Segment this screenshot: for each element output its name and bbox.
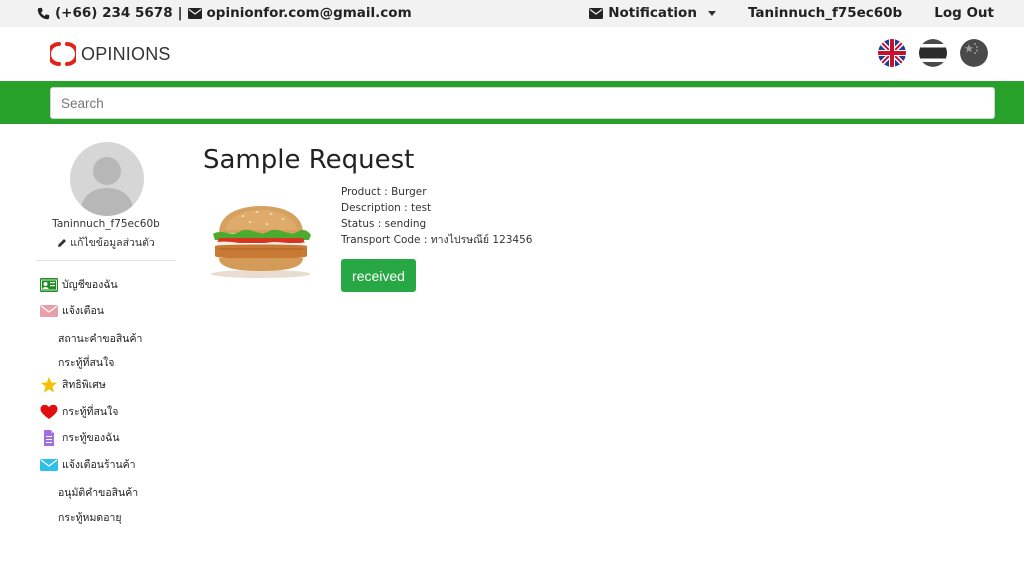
notification-dropdown[interactable]: Notification	[589, 5, 716, 21]
sidebar-username: Taninnuch_f75ec60b	[52, 218, 160, 230]
user-silhouette-icon	[80, 157, 134, 216]
contact-separator: |	[177, 5, 183, 21]
chevron-down-icon	[707, 10, 716, 16]
edit-profile-link[interactable]: แก้ไขข้อมูลส่วนตัว	[36, 234, 176, 251]
envelope-icon	[589, 7, 604, 19]
sidebar-item-shop-notifications[interactable]: แจ้งเตือนร้านค้า	[40, 456, 136, 473]
document-icon	[44, 429, 54, 446]
uk-flag-icon[interactable]	[878, 39, 906, 67]
logo-icon	[50, 42, 76, 66]
sidebar-item-notifications[interactable]: แจ้งเตือน	[40, 302, 104, 319]
heart-icon	[40, 404, 58, 419]
sidebar-item-label: บัญชีของฉัน	[62, 279, 118, 291]
sidebar-item-label: แจ้งเตือน	[62, 305, 104, 317]
star-icon	[41, 376, 57, 392]
sidebar-item-label: แจ้งเตือนร้านค้า	[62, 459, 136, 471]
thai-flag-icon[interactable]	[919, 39, 947, 67]
sidebar-item-label: กระทู้ที่สนใจ	[62, 406, 119, 418]
china-flag-icon[interactable]	[960, 39, 988, 67]
search-bar	[0, 81, 1024, 124]
contact-email[interactable]: opinionfor.com@gmail.com	[207, 5, 412, 21]
header: OPINIONS	[0, 27, 1024, 81]
phone-icon	[37, 7, 50, 19]
sidebar-item-expired-posts[interactable]: กระทู้หมดอายุ	[58, 509, 122, 526]
mail-icon	[40, 458, 58, 471]
avatar[interactable]	[70, 142, 144, 216]
logo-text: OPINIONS	[81, 43, 171, 64]
search-input[interactable]	[50, 87, 995, 119]
sidebar-item-approve-requests[interactable]: อนุมัติคำขอสินค้า	[58, 484, 138, 501]
burger-image	[211, 206, 311, 278]
logout-button[interactable]: Log Out	[934, 5, 994, 21]
request-details: Product : Burger Description : test Stat…	[341, 184, 532, 248]
logo[interactable]: OPINIONS	[50, 41, 171, 67]
id-card-icon	[40, 277, 58, 292]
sidebar-item-privileges[interactable]: สิทธิพิเศษ	[40, 376, 106, 393]
sidebar-item-my-posts[interactable]: กระทู้ของฉัน	[40, 429, 120, 446]
received-button[interactable]: received	[341, 259, 416, 292]
envelope-icon	[187, 7, 202, 19]
top-bar: (+66) 234 5678 | opinionfor.com@gmail.co…	[0, 0, 1024, 27]
page-title: Sample Request	[203, 145, 415, 175]
mail-icon	[40, 304, 58, 317]
status-detail: Status : sending	[341, 218, 427, 230]
pencil-icon	[58, 238, 67, 247]
product-detail: Product : Burger	[341, 186, 427, 198]
user-link[interactable]: Taninnuch_f75ec60b	[748, 5, 902, 21]
contact-info: (+66) 234 5678 | opinionfor.com@gmail.co…	[37, 5, 412, 21]
sidebar-item-interested-posts[interactable]: กระทู้ที่สนใจ	[58, 354, 114, 371]
sidebar-item-my-account[interactable]: บัญชีของฉัน	[40, 276, 118, 293]
notification-label: Notification	[608, 5, 697, 21]
transport-detail: Transport Code : ทางไปรษณีย์ 123456	[341, 234, 533, 246]
phone-number: (+66) 234 5678	[55, 5, 173, 21]
edit-profile-label: แก้ไขข้อมูลส่วนตัว	[70, 237, 155, 249]
sidebar-item-request-status[interactable]: สถานะคำขอสินค้า	[58, 330, 142, 347]
divider	[36, 260, 176, 261]
sidebar-item-label: สิทธิพิเศษ	[62, 379, 106, 391]
sidebar-item-favorites[interactable]: กระทู้ที่สนใจ	[40, 403, 118, 420]
description-detail: Description : test	[341, 202, 432, 214]
sidebar-item-label: กระทู้ของฉัน	[62, 432, 120, 444]
